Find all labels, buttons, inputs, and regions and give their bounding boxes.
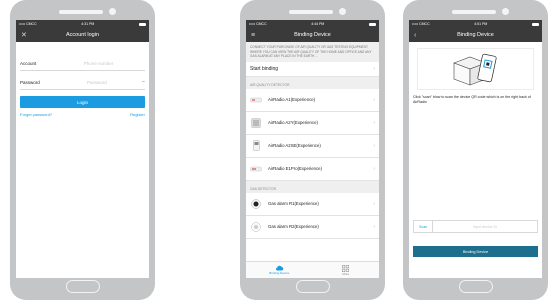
airradio-e1pro-icon [250, 163, 262, 175]
speaker-grille [58, 10, 103, 14]
battery-icon [369, 22, 376, 26]
scan-screen: ••••• CMCC 4:51 PM ‹ Binding Device Clic… [409, 20, 542, 278]
device-id-row: Scan Input device ID [413, 220, 538, 233]
binding-device-button[interactable]: Binding Device [413, 246, 538, 257]
forgot-password-link[interactable]: Forget password? [20, 112, 52, 117]
tab-label: Binding Device [269, 271, 290, 275]
phone-login: ••••• CMCC 4:31 PM ✕ Account login Accou… [10, 0, 155, 300]
start-binding-label: Start binding [250, 65, 279, 72]
phone-binding: ••••• CMCC 4:44 PM ≡ Binding Device CONN… [240, 0, 385, 300]
page-title: Account login [65, 32, 100, 38]
device-name: Gas alarm R2(Experience) [268, 224, 319, 230]
page-title: Binding Device [457, 32, 494, 38]
chevron-right-icon: › [373, 142, 375, 149]
status-bar: ••••• CMCC 4:31 PM [16, 20, 149, 28]
speaker-grille [288, 10, 333, 14]
tab-binding-device[interactable]: Binding Device [246, 262, 313, 278]
scan-illustration [417, 48, 534, 90]
device-row-a2se[interactable]: AirRadio A2SE(Experience) › [246, 135, 379, 158]
clock: 4:31 PM [81, 22, 95, 26]
home-button[interactable] [295, 280, 330, 293]
home-button[interactable] [458, 280, 493, 293]
home-button[interactable] [65, 280, 100, 293]
eye-icon[interactable]: ⌣ [142, 79, 145, 85]
airradio-a2y-icon [250, 117, 262, 129]
nav-bar: ✕ Account login [16, 28, 149, 42]
scan-button[interactable]: Scan [414, 221, 434, 232]
start-binding-row[interactable]: Start binding › [246, 62, 379, 77]
front-camera [108, 8, 116, 15]
login-button[interactable]: Login [20, 96, 145, 108]
nav-bar: ≡ Binding Device [246, 28, 379, 42]
password-input[interactable]: Password [52, 80, 142, 85]
device-scan-illustration [453, 53, 497, 86]
device-name: AirRadio A1(Experience) [268, 97, 316, 103]
tab-bar: Binding Device More [246, 261, 379, 278]
chevron-right-icon: › [373, 96, 375, 103]
chevron-right-icon: › [373, 223, 375, 230]
grid-icon [342, 264, 350, 272]
account-input[interactable]: Phone number [52, 61, 145, 66]
front-camera [338, 8, 346, 15]
binding-screen: ••••• CMCC 4:44 PM ≡ Binding Device CONN… [246, 20, 379, 278]
carrier: ••••• CMCC [19, 22, 37, 26]
account-label: Account [20, 60, 37, 66]
battery-icon [532, 22, 539, 26]
air-section-header: AIR QUALITY DETECTOR [246, 76, 379, 89]
chevron-right-icon: › [373, 165, 375, 172]
airradio-a1-icon [250, 94, 262, 106]
airradio-a2se-icon [250, 140, 262, 152]
gas-section-header: GAS DETECTOR [246, 180, 379, 193]
device-row-r2[interactable]: Gas alarm R2(Experience) › [246, 216, 379, 239]
page-title: Binding Device [294, 32, 331, 38]
login-screen: ••••• CMCC 4:31 PM ✕ Account login Accou… [16, 20, 149, 278]
gas-alarm-r1-icon [250, 198, 262, 210]
gas-alarm-r2-icon [250, 221, 262, 233]
register-link[interactable]: Register [130, 112, 145, 117]
nav-bar: ‹ Binding Device [409, 28, 542, 42]
device-name: AirRadio A2SE(Experience) [268, 143, 321, 149]
phone-scan: ••••• CMCC 4:51 PM ‹ Binding Device Clic… [403, 0, 548, 300]
login-links: Forget password? Register [20, 112, 145, 117]
battery-icon [139, 22, 146, 26]
scan-hint: Click "scan" blow to scan the device QR … [413, 95, 531, 105]
carrier: ••••• CMCC [412, 22, 430, 26]
clock: 4:44 PM [311, 22, 325, 26]
status-bar: ••••• CMCC 4:44 PM [246, 20, 379, 28]
device-id-input[interactable]: Input device ID [433, 225, 537, 229]
carrier: ••••• CMCC [249, 22, 267, 26]
chevron-right-icon: › [373, 65, 375, 72]
device-row-a1[interactable]: AirRadio A1(Experience) › [246, 89, 379, 112]
device-name: AirRadio A2Y(Experience) [268, 120, 318, 126]
front-camera [501, 8, 509, 15]
device-name: AirRadio E1Pro(Experience) [268, 166, 322, 172]
status-bar: ••••• CMCC 4:51 PM [409, 20, 542, 28]
device-name: Gas alarm R1(Experience) [268, 201, 319, 207]
device-row-a2y[interactable]: AirRadio A2Y(Experience) › [246, 112, 379, 135]
back-icon[interactable]: ‹ [414, 28, 416, 42]
speaker-grille [451, 10, 496, 14]
password-label: Password [20, 79, 40, 85]
tab-label: More [342, 271, 350, 276]
tab-more[interactable]: More [313, 262, 380, 278]
account-row: Account Phone number [20, 56, 145, 71]
close-icon[interactable]: ✕ [21, 28, 27, 42]
clock: 4:51 PM [474, 22, 488, 26]
chevron-right-icon: › [373, 200, 375, 207]
device-row-e1pro[interactable]: AirRadio E1Pro(Experience) › [246, 158, 379, 181]
intro-text: CONNECT YOUR PURCHASE OF AIR QUALITY OR … [246, 42, 379, 62]
chevron-right-icon: › [373, 119, 375, 126]
password-row: Password Password ⌣ [20, 75, 145, 90]
device-row-r1[interactable]: Gas alarm R1(Experience) › [246, 193, 379, 216]
menu-icon[interactable]: ≡ [251, 28, 255, 42]
